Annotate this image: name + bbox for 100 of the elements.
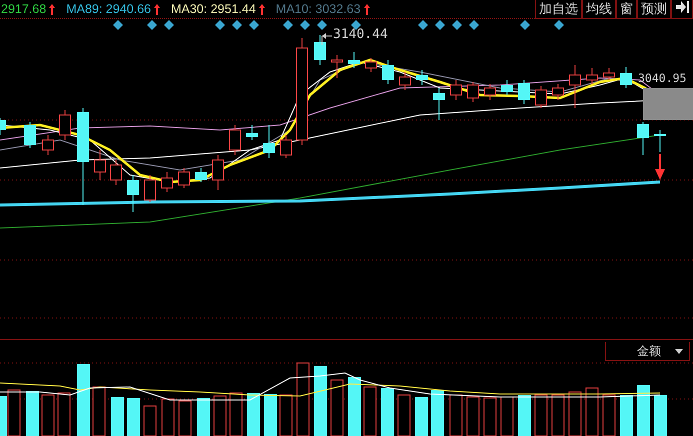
volume-bar (552, 394, 564, 436)
ma-value-label: MA89: 2940.66 (66, 2, 151, 16)
diamond-marker (351, 20, 361, 30)
diamond-marker (283, 20, 293, 30)
panel-toggle-button[interactable] (671, 0, 693, 19)
volume-bar (364, 386, 376, 436)
volume-bar (484, 398, 496, 436)
candlestick (433, 88, 445, 120)
volume-bar (111, 397, 124, 436)
candlestick (0, 118, 6, 136)
volume-bar (534, 394, 548, 436)
candlestick (42, 134, 54, 156)
candlestick (127, 174, 139, 212)
volume-bar (42, 394, 54, 436)
candlestick (246, 124, 258, 140)
price-range-band (643, 88, 693, 120)
volume-bar (58, 392, 70, 436)
up-arrow-icon (49, 4, 56, 14)
up-arrow-icon (364, 4, 370, 14)
volume-bar (314, 366, 327, 436)
candlestick (620, 66, 632, 88)
candlestick (94, 150, 106, 180)
volume-bar (214, 396, 226, 436)
candlestick (484, 84, 496, 100)
diamond-marker (317, 20, 327, 30)
candlestick (144, 174, 156, 202)
ma-value-label: MA30: 2951.44 (170, 2, 256, 16)
volume-bar (230, 392, 242, 436)
volume-bar (144, 406, 156, 436)
volume-bar (247, 393, 260, 436)
up-arrow-icon (258, 4, 265, 14)
candlestick (365, 58, 377, 72)
candlestick (212, 154, 224, 190)
candlestick (569, 64, 581, 108)
volume-bar (26, 391, 39, 436)
diamond-marker (113, 20, 123, 30)
volume-bar (500, 396, 514, 436)
candlestick (178, 168, 190, 188)
volume-bar (568, 392, 582, 436)
ma-value-label: 2917.68 (1, 2, 46, 16)
volume-bar (280, 394, 292, 436)
diamond-marker (418, 20, 428, 30)
candlestick (603, 68, 615, 80)
candlestick (263, 124, 275, 158)
diamond-marker (520, 20, 530, 30)
candlestick (654, 130, 666, 152)
candlestick (467, 82, 479, 102)
toolbar-button[interactable]: 均线 (582, 0, 616, 19)
indicator-dropdown[interactable]: 金额 (605, 342, 690, 361)
diamond-marker (300, 20, 310, 30)
candlestick (24, 122, 36, 148)
leader-line (322, 33, 332, 46)
diamond-marker (469, 20, 479, 30)
diamond-marker (147, 20, 157, 30)
volume-bar (654, 395, 667, 436)
candlestick (450, 80, 462, 100)
candlestick (229, 124, 241, 156)
volume-bar (162, 398, 174, 436)
volume-bar (637, 385, 650, 436)
volume-bar (431, 390, 444, 436)
candlestick (501, 80, 513, 96)
volume-bar (450, 394, 462, 436)
volume-bar (92, 386, 106, 436)
diamond-marker (232, 20, 242, 30)
toolbar-button[interactable]: 窗 (616, 0, 637, 19)
candlestick (535, 86, 547, 108)
candlestick (280, 134, 292, 158)
volume-bar (178, 400, 192, 436)
diamond-marker (249, 20, 259, 30)
volume-bar (197, 398, 210, 436)
toolbar-button[interactable]: 预测 (637, 0, 671, 19)
candlestick (348, 52, 360, 68)
candlestick (382, 60, 394, 84)
volume-bar (415, 397, 428, 436)
candlestick (314, 34, 326, 66)
candlestick (416, 70, 428, 86)
last-price-label: 3040.95 (638, 71, 686, 85)
diamond-marker (452, 20, 462, 30)
diamond-marker (215, 20, 225, 30)
volume-bar (330, 380, 344, 436)
volume-bar (602, 394, 616, 436)
candlestick (518, 80, 530, 104)
volume-bar (264, 394, 277, 436)
candlestick (110, 160, 122, 186)
volume-bar (381, 388, 394, 436)
diamond-marker (164, 20, 174, 30)
ma-value-label: MA10: 3032.63 (276, 2, 361, 16)
arrow-to-bar-icon (676, 1, 688, 13)
diamond-marker (435, 20, 445, 30)
candlestick (586, 68, 598, 84)
candlestick (399, 72, 411, 90)
high-price-label: 3140.44 (333, 27, 388, 42)
candlestick (59, 110, 71, 140)
volume-bar (348, 377, 361, 436)
down-arrow-icon (655, 154, 665, 180)
caret-icon (675, 348, 683, 354)
candlestick (552, 84, 564, 100)
toolbar-button[interactable]: 加自选 (535, 0, 582, 19)
volume-bar (466, 396, 480, 436)
volume-bar (586, 388, 598, 436)
